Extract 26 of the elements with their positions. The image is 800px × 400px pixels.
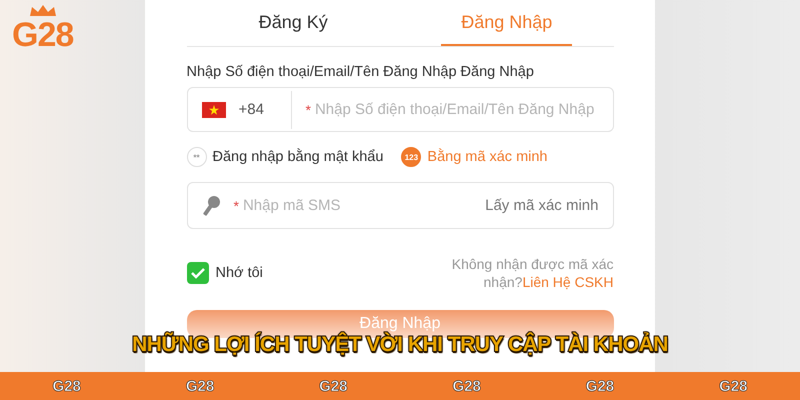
country-code[interactable]: +84	[238, 101, 290, 118]
crown-icon	[28, 4, 58, 18]
watermark-text: G28	[719, 378, 748, 394]
help-text: Không nhận được mã xác nhận?Liên Hệ CSKH	[450, 255, 614, 291]
checkmark-icon	[190, 267, 206, 279]
get-code-button[interactable]: Lấy mã xác minh	[485, 197, 598, 214]
remember-checkbox[interactable]	[186, 262, 208, 284]
required-mark: *	[306, 102, 311, 118]
watermark-text: G28	[319, 378, 348, 394]
watermark-text: G28	[186, 378, 214, 394]
tab[interactable]: Đăng Nhập	[441, 0, 572, 46]
login-method-option[interactable]: ** Đăng nhập bằng mật khẩu	[186, 147, 384, 167]
watermark-text: G28	[452, 378, 481, 394]
flag-icon	[202, 102, 226, 118]
sms-code-field[interactable]: * Nhập mã SMS Lấy mã xác minh	[186, 182, 614, 229]
watermark-text: G28	[586, 378, 614, 394]
required-mark: *	[234, 198, 239, 214]
support-link[interactable]: Liên Hệ CSKH	[522, 274, 614, 290]
key-icon	[202, 194, 222, 216]
field-label: Nhập Số điện thoại/Email/Tên Đăng Nhập Đăng Nhập	[186, 64, 535, 80]
login-method-option[interactable]: 123 Bằng mã xác minh	[401, 147, 548, 167]
remember-label: Nhớ tôi	[216, 265, 263, 281]
account-field[interactable]: +84 * Nhập Số điện thoại/Email/Tên Đăng Nhập	[186, 87, 614, 132]
tab[interactable]: Đăng Ký	[238, 0, 348, 46]
logo: G28	[12, 18, 74, 52]
watermark-text: G28	[52, 378, 81, 394]
